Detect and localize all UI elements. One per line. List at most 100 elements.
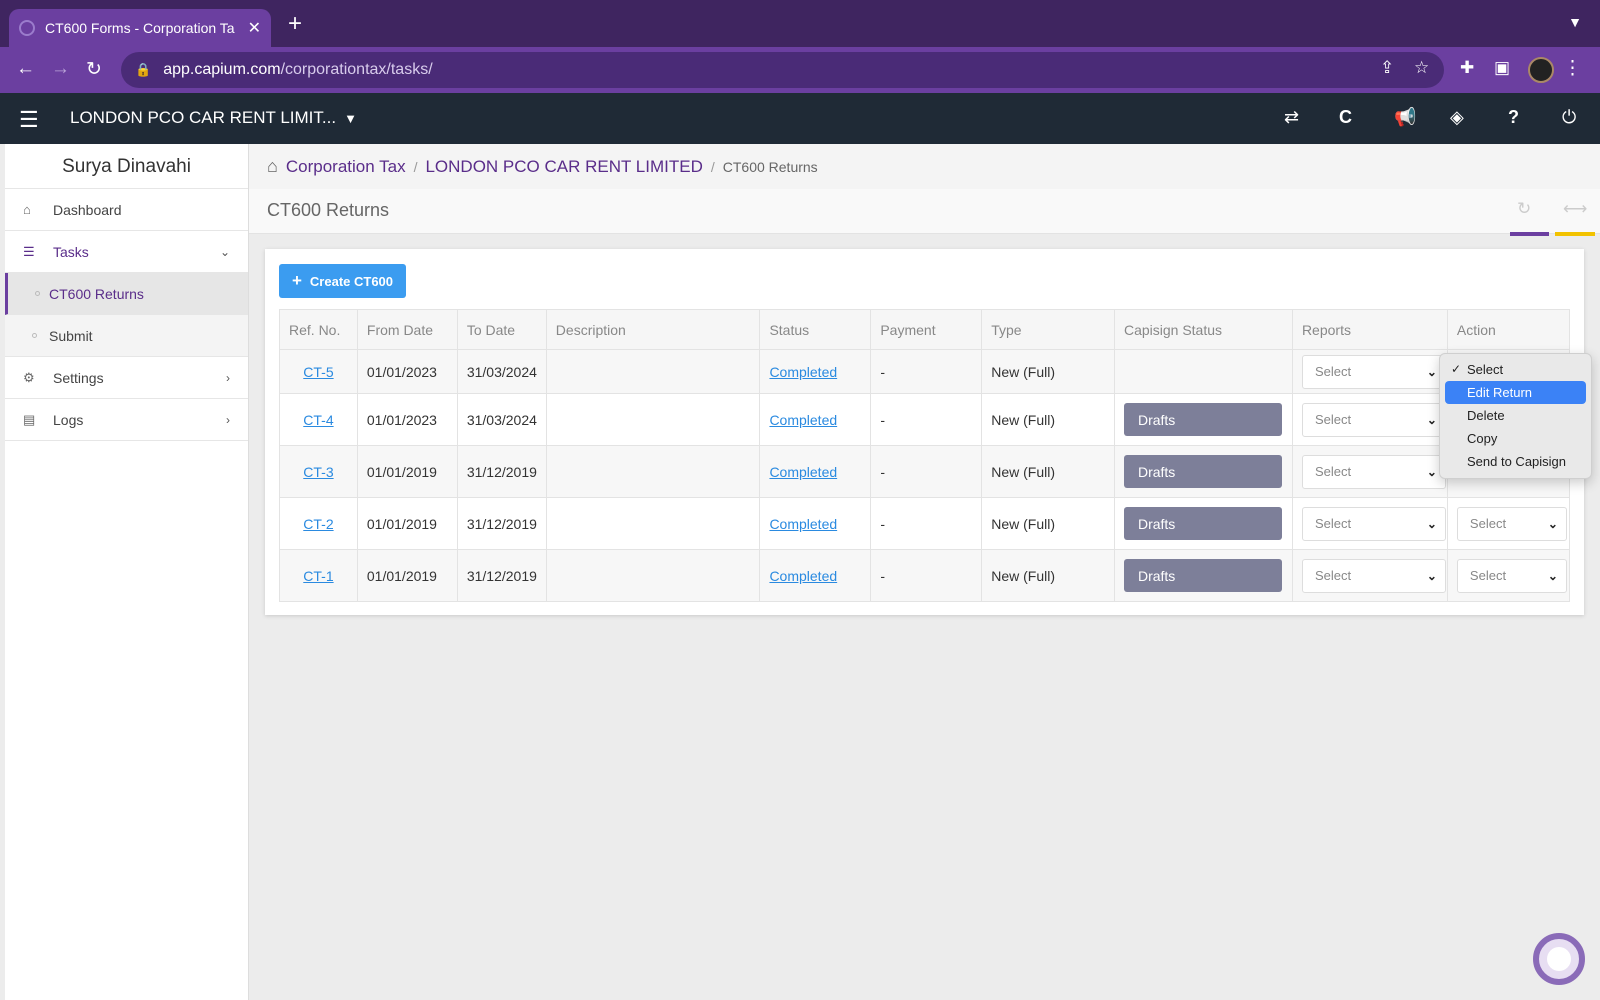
breadcrumb-corporation-tax[interactable]: Corporation Tax [286,157,406,177]
status-link[interactable]: Completed [769,364,837,380]
menu-item-edit-return[interactable]: Edit Return [1445,381,1586,404]
action-select[interactable]: Select ⌄ [1456,506,1567,541]
refresh-icon[interactable]: ↻ [1517,199,1531,219]
breadcrumb-separator: / [413,158,418,175]
sidebar-item-logs[interactable]: ▤ Logs › [5,399,248,441]
sidebar-item-submit[interactable]: Submit [5,315,248,357]
chevron-down-icon[interactable]: ▼ [1568,14,1582,30]
power-icon[interactable]: ⏻ [1562,107,1576,128]
switch-arrows-icon[interactable]: ⇄ [1284,107,1299,128]
ref-link[interactable]: CT-1 [303,568,333,584]
menu-item-send-to-capisign[interactable]: Send to Capisign [1445,450,1586,473]
chevron-down-icon: ⌄ [1547,568,1558,583]
new-tab-button[interactable]: + [288,12,302,36]
sidebar-item-settings[interactable]: ⚙ Settings › [5,357,248,399]
status-link[interactable]: Completed [769,516,837,532]
close-icon[interactable]: ✕ [248,18,261,38]
expand-indicator [1555,232,1595,236]
side-panel-icon[interactable]: ▣ [1494,58,1510,78]
drafts-button[interactable]: Drafts [1123,455,1282,488]
ref-link[interactable]: CT-4 [303,412,333,428]
column-header[interactable]: Description [545,309,761,350]
reports-select[interactable]: Select ⌄ [1301,506,1446,541]
status-link[interactable]: Completed [769,412,837,428]
company-selector[interactable]: LONDON PCO CAR RENT LIMIT... ▼ [70,108,357,128]
table-row: CT-2 01/01/2019 31/12/2019 Completed - N… [279,497,1571,550]
extensions-icon[interactable]: ✚ [1460,58,1474,78]
reports-select[interactable]: Select ⌄ [1301,354,1446,389]
drafts-button[interactable]: Drafts [1123,403,1282,436]
capium-logo-icon[interactable]: C [1339,107,1352,128]
expand-icon[interactable]: ⟷ [1563,199,1587,219]
column-header[interactable]: From Date [356,309,458,350]
reload-icon[interactable]: ↻ [86,58,102,81]
home-icon: ⌂ [23,202,31,217]
sidebar-item-tasks[interactable]: ☰ Tasks ⌄ [5,231,248,273]
tag-icon[interactable]: ◈ [1450,107,1464,128]
help-icon[interactable]: ? [1508,107,1519,128]
browser-menu-icon[interactable]: ⋮ [1563,57,1582,80]
ref-link[interactable]: CT-3 [303,464,333,480]
address-bar[interactable]: 🔒 app.capium.com/corporationtax/tasks/ [121,52,1444,88]
sidebar-item-ct600-returns[interactable]: CT600 Returns [5,273,248,315]
status-link[interactable]: Completed [769,464,837,480]
bullet-icon [35,291,40,296]
payment-cell: - [870,549,983,602]
ref-link[interactable]: CT-2 [303,516,333,532]
reports-select[interactable]: Select ⌄ [1301,402,1446,437]
column-header[interactable]: Reports [1291,309,1448,350]
lock-icon: 🔒 [135,62,152,77]
breadcrumb-client[interactable]: LONDON PCO CAR RENT LIMITED [425,157,702,177]
drafts-button[interactable]: Drafts [1123,559,1282,592]
returns-table: Ref. No. From Date To Date Description S… [279,309,1571,602]
page-header: CT600 Returns ↻ ⟷ [249,189,1600,236]
menu-item-select[interactable]: Select [1445,358,1586,381]
ref-link[interactable]: CT-5 [303,364,333,380]
from-date-cell: 01/01/2019 [356,445,458,498]
profile-avatar[interactable] [1528,57,1554,83]
type-cell: New (Full) [981,445,1115,498]
hamburger-menu-icon[interactable]: ☰ [19,107,39,133]
reports-select[interactable]: Select ⌄ [1301,558,1446,593]
to-date-cell: 31/03/2024 [456,393,547,446]
column-header[interactable]: Type [981,309,1115,350]
type-cell: New (Full) [981,393,1115,446]
refresh-indicator [1510,232,1549,236]
description-cell [545,393,761,446]
back-arrow-icon[interactable]: ← [16,58,35,80]
select-value: Select [1314,464,1352,479]
plus-icon: + [291,271,302,290]
app-header: ☰ LONDON PCO CAR RENT LIMIT... ▼ ⇄ C 📢 ◈… [0,93,1600,144]
column-header[interactable]: To Date [456,309,547,350]
column-header[interactable]: Action [1446,309,1571,350]
menu-item-copy[interactable]: Copy [1445,427,1586,450]
sidebar-item-dashboard[interactable]: ⌂ Dashboard [5,189,248,231]
capium-chat-icon[interactable] [1533,933,1585,985]
drafts-button[interactable]: Drafts [1123,507,1282,540]
menu-item-delete[interactable]: Delete [1445,404,1586,427]
capium-favicon-icon [19,20,35,36]
status-link[interactable]: Completed [769,568,837,584]
star-icon[interactable]: ☆ [1414,58,1429,78]
create-ct600-button[interactable]: + Create CT600 [279,264,406,298]
share-icon[interactable]: ⇪ [1380,58,1394,78]
chevron-down-icon: ⌄ [1426,364,1437,379]
megaphone-icon[interactable]: 📢 [1394,107,1416,128]
sidebar-item-label: Settings [53,369,104,386]
column-header[interactable]: Ref. No. [279,309,358,350]
column-header[interactable]: Capisign Status [1113,309,1293,350]
column-header[interactable]: Status [759,309,872,350]
select-value: Select [1314,568,1352,583]
forward-arrow-icon[interactable]: → [51,58,70,80]
browser-tab[interactable]: CT600 Forms - Corporation Ta ✕ [9,9,271,47]
page-title: CT600 Returns [267,200,390,220]
chevron-down-icon: ⌄ [1426,568,1437,583]
reports-select[interactable]: Select ⌄ [1301,454,1446,489]
chevron-down-icon: ⌄ [1547,516,1558,531]
url-host: app.capium.com [163,61,281,78]
type-cell: New (Full) [981,549,1115,602]
column-header[interactable]: Payment [870,309,983,350]
action-select[interactable]: Select ⌄ [1456,558,1567,593]
action-dropdown-menu: Select Edit Return Delete Copy Send to C… [1439,353,1592,479]
home-icon[interactable]: ⌂ [267,156,278,177]
